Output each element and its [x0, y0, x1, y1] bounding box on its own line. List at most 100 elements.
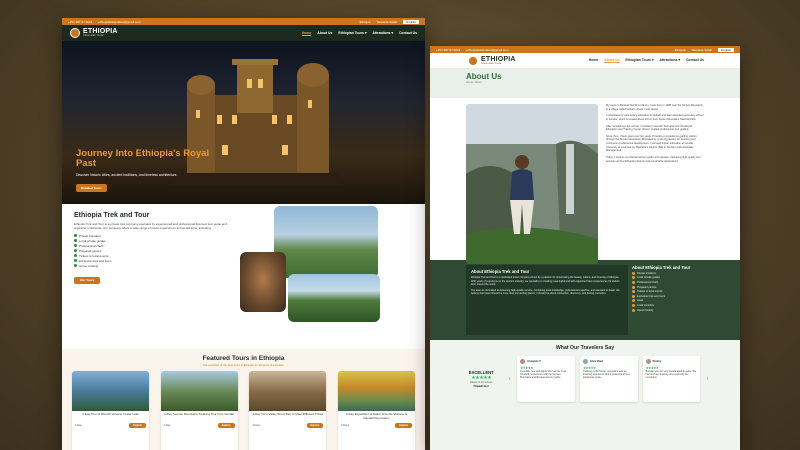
- top-bar: +251 987 67 9024 ethiopiatrekandtour@gma…: [62, 18, 425, 25]
- avatar: [645, 359, 651, 364]
- home-page-screenshot: +251 987 67 9024 ethiopiatrekandtour@gma…: [62, 18, 425, 450]
- company-paragraph: Our team is committed to delivering high…: [471, 288, 620, 296]
- explore-button[interactable]: Explore: [129, 423, 146, 428]
- check-icon: [74, 249, 77, 253]
- check-icon: [632, 299, 635, 303]
- tour-card[interactable]: 3-Day Omo Valley Short Tour to Meet Diff…: [249, 371, 327, 450]
- nav-contact[interactable]: Contact Us: [399, 31, 417, 36]
- tours-subtitle: Our selection of the best tours in Ethio…: [202, 363, 285, 367]
- mountain-photo: [274, 206, 378, 278]
- company-title: About Ethiopia Trek and Tour: [471, 269, 530, 274]
- tour-card[interactable]: 1-Day Semien Mountains Trekking Tour fro…: [160, 371, 238, 450]
- check-icon: [74, 259, 77, 263]
- bio-text: My name is Bereket Wondimu Alemu. I was …: [606, 104, 704, 163]
- site-logo[interactable]: ETHIOPIA TREK AND TOUR: [468, 55, 516, 66]
- check-icon: [74, 264, 77, 268]
- logo-emblem-icon: [70, 28, 80, 38]
- about-section: Ethiopia Trek and Tour Ethiopia Trek and…: [62, 204, 425, 349]
- reviews-title: What Our Travelers Say: [555, 345, 615, 351]
- tour-duration: 3 Days: [340, 424, 350, 427]
- tripadvisor-logo: Tripadvisor: [473, 384, 490, 388]
- guide-portrait: [466, 104, 598, 264]
- logo-emblem-icon: [468, 55, 478, 66]
- topbar-link-ethiopia[interactable]: Ethiopia: [675, 48, 686, 52]
- page-title-bar: About Us Home / About: [430, 68, 740, 98]
- topbar-link-tanzania[interactable]: Tanzania Safari: [691, 48, 712, 52]
- top-bar: +251 987 67 9024 ethiopiatrekandtour@gma…: [430, 46, 740, 53]
- check-icon: [632, 290, 635, 294]
- phone-text[interactable]: +251 987 67 9024: [436, 48, 460, 52]
- bio-section: My name is Bereket Wondimu Alemu. I was …: [430, 98, 740, 264]
- avatar: [582, 359, 588, 364]
- tour-duration: 1 Day: [75, 424, 82, 427]
- nav-contact[interactable]: Contact Us: [686, 58, 704, 63]
- tour-image: [160, 371, 238, 411]
- check-icon: [632, 280, 635, 284]
- check-icon: [74, 254, 77, 258]
- company-section: About Ethiopia Trek and Tour Ethiopia Tr…: [430, 260, 740, 340]
- hero-subtitle: Discover historic cities, ancient tradit…: [76, 173, 178, 177]
- hero-button[interactable]: Detailed Tours: [76, 184, 107, 192]
- gelada-photo: [240, 252, 286, 312]
- page-title: About Us: [466, 72, 502, 81]
- rating-summary: EXCELLENT ★★★★★ Based on 24 reviews Trip…: [460, 370, 503, 388]
- site-logo[interactable]: ETHIOPIA TREK AND TOUR: [70, 28, 118, 38]
- nav-about[interactable]: About Us: [604, 58, 620, 63]
- check-icon: [632, 303, 635, 307]
- list-title: About Ethiopia Trek and Tour: [632, 265, 691, 270]
- tour-image: [337, 371, 415, 411]
- chevron-left-icon[interactable]: ‹: [508, 376, 513, 382]
- check-icon: [632, 276, 635, 280]
- topbar-link-ethiopia[interactable]: Ethiopia: [360, 20, 371, 24]
- tour-card[interactable]: 3-Day Expedition to Dallol, Erta Ale Vol…: [337, 371, 415, 450]
- review-card: Armando T ★★★★★ Incredible tour and sigh…: [517, 356, 575, 402]
- check-icon: [632, 294, 635, 298]
- language-select[interactable]: English: [403, 19, 419, 24]
- explore-button[interactable]: Explore: [395, 423, 412, 428]
- hero-banner: Journey Into Ethiopia's Royal Past Disco…: [62, 41, 425, 204]
- main-nav: ETHIOPIA TREK AND TOUR Home About Us Ethi…: [430, 53, 740, 68]
- explore-button[interactable]: Explore: [217, 423, 235, 428]
- check-icon: [74, 244, 77, 248]
- nav-attractions[interactable]: Attractions ▾: [660, 58, 681, 63]
- email-text[interactable]: ethiopiatrekandtour@gmail.com: [466, 48, 508, 52]
- company-box: About Ethiopia Trek and Tour Ethiopia Tr…: [466, 265, 628, 335]
- nav-home[interactable]: Home: [301, 31, 312, 36]
- check-icon: [632, 308, 635, 312]
- list-item: Home hosting: [632, 308, 690, 313]
- email-text[interactable]: ethiopiatrekandtour@gmail.com: [98, 20, 140, 24]
- tour-title: 3-Day Omo Valley Short Tour to Meet Diff…: [252, 412, 324, 416]
- topbar-link-tanzania[interactable]: Tanzania Safari: [376, 20, 397, 24]
- review-card: Anna Rauf ★★★★★ Trekking in the Simien m…: [579, 356, 638, 402]
- tours-title: Featured Tours in Ethiopia: [202, 355, 285, 362]
- tour-image: [249, 371, 327, 411]
- tour-image: [72, 371, 149, 411]
- tour-duration: 1 Day: [163, 424, 171, 427]
- check-icon: [74, 234, 77, 238]
- hero-title: Journey Into Ethiopia's Royal Past: [76, 148, 210, 169]
- about-description: Ethiopia Trek and Tour is a private tour…: [74, 222, 227, 231]
- phone-text[interactable]: +251 987 67 9024: [68, 20, 92, 24]
- reviews-section: What Our Travelers Say EXCELLENT ★★★★★ B…: [430, 340, 740, 450]
- check-icon: [632, 285, 635, 289]
- nav-attractions[interactable]: Attractions ▾: [373, 31, 394, 36]
- nav-about[interactable]: About Us: [317, 31, 332, 36]
- main-nav: ETHIOPIA TREK AND TOUR Home About Us Ethi…: [62, 25, 425, 41]
- about-page-screenshot: +251 987 67 9024 ethiopiatrekandtour@gma…: [430, 46, 740, 450]
- avatar: [520, 359, 526, 364]
- nav-home[interactable]: Home: [589, 58, 598, 63]
- tour-title: 1-Day Semien Mountains Trekking Tour fro…: [164, 412, 235, 416]
- explore-button[interactable]: Explore: [306, 423, 324, 428]
- valley-photo: [288, 274, 380, 322]
- chevron-right-icon[interactable]: ›: [705, 376, 710, 382]
- check-icon: [74, 239, 77, 243]
- our-tours-button[interactable]: Our Tours: [74, 276, 101, 284]
- nav-tours[interactable]: Ethiopian Tours ▾: [338, 31, 366, 36]
- tour-card[interactable]: 1-Day Tour of Wenchi Volcano Crater Lake…: [72, 371, 149, 450]
- review-card: Kimmy ★★★★★ Bereket was our very knowled…: [642, 356, 701, 402]
- language-select[interactable]: English: [718, 47, 734, 52]
- tour-title: 1-Day Tour of Wenchi Volcano Crater Lake: [82, 412, 139, 416]
- breadcrumb[interactable]: Home / About: [466, 81, 704, 84]
- nav-tours[interactable]: Ethiopian Tours ▾: [625, 58, 653, 63]
- tour-title: 3-Day Expedition to Dallol, Erta Ale Vol…: [345, 412, 407, 420]
